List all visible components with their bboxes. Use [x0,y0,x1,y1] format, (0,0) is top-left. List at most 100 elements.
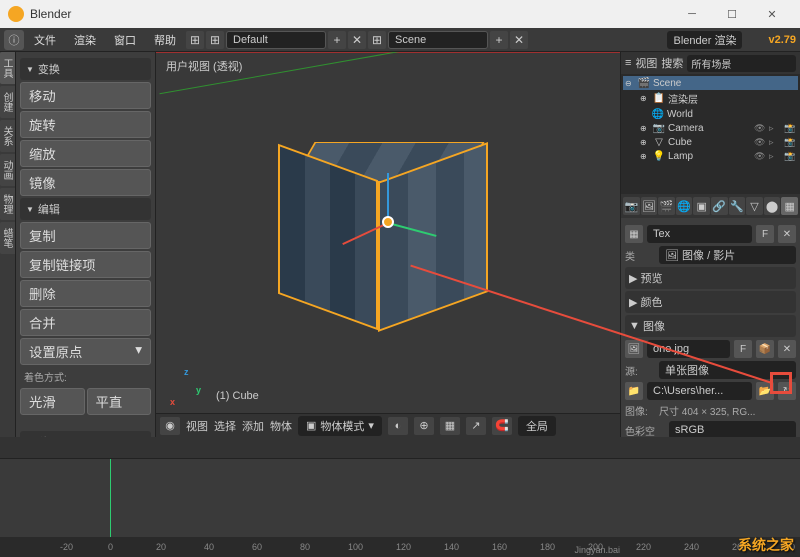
timeline-cursor[interactable] [110,459,111,537]
render-icon[interactable]: 📸 [784,123,796,134]
3d-viewport[interactable]: 用户视图 (透视) z y x (1) Cube ◉ [156,52,620,437]
transform-gizmo[interactable] [388,222,389,223]
back-to-prev-icon[interactable]: ⊞ [186,31,204,49]
outliner-item-world[interactable]: 🌐World [623,107,798,121]
mirror-button[interactable]: 镜像 [20,169,151,196]
expand-icon[interactable]: ⊕ [640,94,650,103]
set-origin-dropdown[interactable]: 设置原点▾ [20,338,151,365]
outliner-item-scene[interactable]: ⊖🎬Scene [623,76,798,90]
color-section-header[interactable]: ▶ 颜色 [625,291,796,313]
prop-tab-object-icon[interactable]: ▣ [693,197,710,215]
outliner-search-menu[interactable]: 搜索 [661,55,683,71]
texture-type-dropdown[interactable]: 🖼 图像 / 影片 [659,246,796,264]
expand-icon[interactable]: ⊕ [640,124,650,133]
shade-smooth-button[interactable]: 光滑 [20,388,85,415]
prop-tab-material-icon[interactable]: ⬤ [764,197,781,215]
menu-render[interactable]: 渲染 [66,30,104,50]
menu-help[interactable]: 帮助 [146,30,184,50]
scale-button[interactable]: 缩放 [20,140,151,167]
scene-browse-icon[interactable]: ⊞ [368,31,386,49]
editor-type-icon[interactable]: ⓘ [4,30,24,50]
scene-field[interactable]: Scene [388,31,488,49]
prop-tab-modifiers-icon[interactable]: 🔧 [729,197,746,215]
delete-button[interactable]: 删除 [20,280,151,307]
tab-tools[interactable]: 工具 [0,52,15,84]
outliner-item-cube[interactable]: ⊕▽Cube👁▹📸 [623,135,798,149]
orientation-dropdown[interactable]: 全局 [518,416,556,436]
close-button[interactable]: ✕ [752,0,792,28]
unlink-image-button[interactable]: ✕ [778,340,796,358]
cursor-icon[interactable]: ▹ [769,137,781,148]
duplicate-linked-button[interactable]: 复制链接项 [20,251,151,278]
prop-tab-constraints-icon[interactable]: 🔗 [711,197,728,215]
eye-icon[interactable]: 👁 [754,137,766,148]
cube-object[interactable] [258,102,518,362]
colorspace-dropdown[interactable]: sRGB [669,421,796,437]
tab-grease-pencil[interactable]: 蜡笔 [0,222,15,254]
prop-tab-scene-icon[interactable]: 🎬 [658,197,675,215]
menu-window[interactable]: 窗口 [106,30,144,50]
eye-icon[interactable]: 👁 [754,151,766,162]
rotate-button[interactable]: 旋转 [20,111,151,138]
render-icon[interactable]: 📸 [784,137,796,148]
editor-type-outliner-icon[interactable]: ≡ [625,57,631,69]
layout-add-button[interactable]: + [328,31,346,49]
eye-icon[interactable]: 👁 [754,123,766,134]
minimize-button[interactable]: ─ [672,0,712,28]
tab-physics[interactable]: 物理 [0,188,15,220]
layer-icon[interactable]: ▦ [440,417,460,435]
outliner-filter-dropdown[interactable]: 所有场景 [687,55,796,72]
outliner[interactable]: ⊖🎬Scene ⊕📋渲染层 🌐World ⊕📷Camera👁▹📸 ⊕▽Cube👁… [621,74,800,194]
layout-remove-button[interactable]: ✕ [348,31,366,49]
scene-remove-button[interactable]: ✕ [510,31,528,49]
tab-animation[interactable]: 动画 [0,154,15,186]
maximize-button[interactable]: ☐ [712,0,752,28]
timeline-track[interactable] [0,459,800,537]
join-button[interactable]: 合并 [20,309,151,336]
render-icon[interactable]: 📸 [784,151,796,162]
pivot-icon[interactable]: ⊕ [414,417,434,435]
editor-type-3dview-icon[interactable]: ◉ [160,417,180,435]
render-engine-dropdown[interactable]: Blender 渲染 [667,31,742,49]
texture-browse-icon[interactable]: ▦ [625,225,643,243]
translate-button[interactable]: 移动 [20,82,151,109]
edit-panel-header[interactable]: ▼编辑 [20,198,151,220]
mode-dropdown[interactable]: ▣物体模式▾ [298,416,382,436]
screen-layout-field[interactable]: Default [226,31,326,49]
prop-tab-texture-icon[interactable]: ▦ [781,197,798,215]
cursor-icon[interactable]: ▹ [769,151,781,162]
timeline-ruler[interactable]: -20 0 20 40 60 80 100 120 140 160 180 20… [0,537,800,557]
view-menu[interactable]: 视图 [186,418,208,434]
expand-icon[interactable]: ⊕ [640,152,650,161]
select-menu[interactable]: 选择 [214,418,236,434]
layout-browse-icon[interactable]: ⊞ [206,31,224,49]
fake-user-button-2[interactable]: F [734,340,752,358]
pack-image-button[interactable]: 📦 [756,340,774,358]
manipulator-icon[interactable]: ↗ [466,417,486,435]
menu-file[interactable]: 文件 [26,30,64,50]
filepath-field[interactable]: C:\Users\her... [647,382,752,400]
outliner-item-camera[interactable]: ⊕📷Camera👁▹📸 [623,121,798,135]
tab-relations[interactable]: 关系 [0,120,15,152]
outliner-view-menu[interactable]: 视图 [635,55,657,71]
prop-tab-render-icon[interactable]: 📷 [623,197,640,215]
timeline-header[interactable] [0,437,800,459]
transform-panel-header[interactable]: ▼变换 [20,58,151,80]
viewport-shading-icon[interactable]: ◐ [388,417,408,435]
outliner-item-renderlayers[interactable]: ⊕📋渲染层 [623,90,798,107]
image-browse-icon[interactable]: 🖼 [625,340,643,358]
outliner-item-lamp[interactable]: ⊕💡Lamp👁▹📸 [623,149,798,163]
texture-name-field[interactable]: Tex [647,225,752,243]
gizmo-center[interactable] [382,216,394,228]
object-menu[interactable]: 物体 [270,418,292,434]
cursor-icon[interactable]: ▹ [769,123,781,134]
unlink-button[interactable]: ✕ [778,225,796,243]
expand-icon[interactable]: ⊖ [625,79,635,88]
scene-add-button[interactable]: + [490,31,508,49]
duplicate-button[interactable]: 复制 [20,222,151,249]
filepath-browse-icon[interactable]: 📁 [625,382,643,400]
prop-tab-world-icon[interactable]: 🌐 [676,197,693,215]
preview-section-header[interactable]: ▶ 预览 [625,267,796,289]
expand-icon[interactable]: ⊕ [640,138,650,147]
image-section-header[interactable]: ▼ 图像 [625,315,796,337]
